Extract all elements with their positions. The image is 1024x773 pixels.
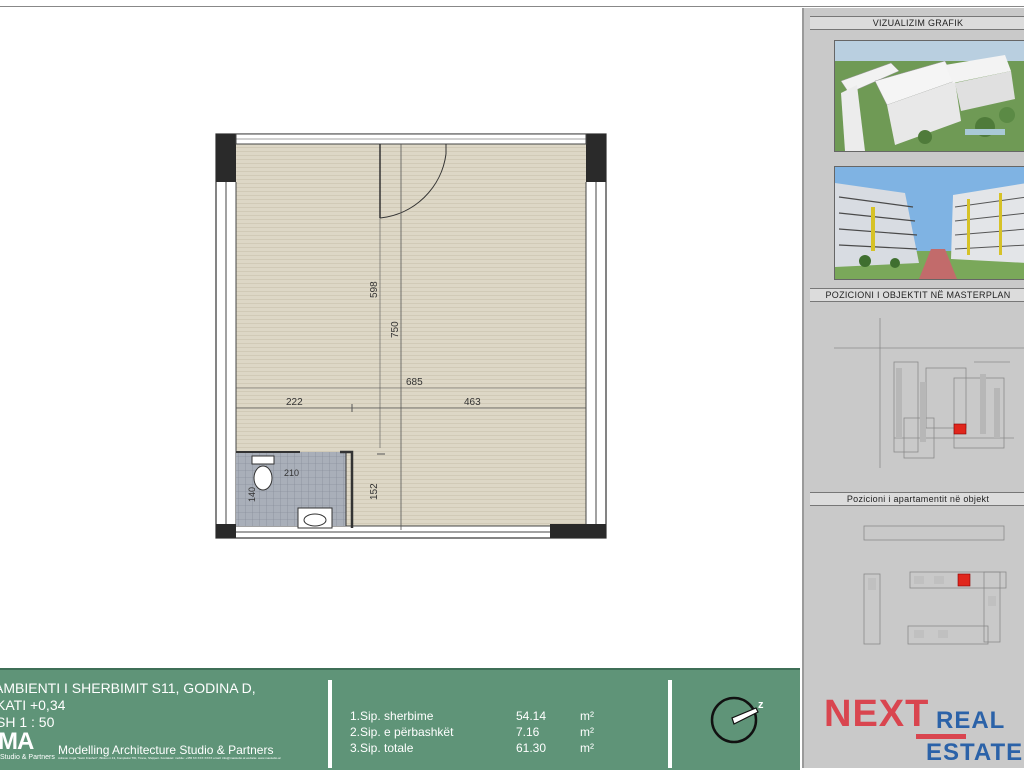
street-render-image xyxy=(834,166,1024,280)
company-address: Adresa: rruga "Sami Frasheri", Blloku nr… xyxy=(58,756,281,760)
dim-140: 140 xyxy=(247,487,257,502)
floor-level: KATI +0,34 xyxy=(0,697,66,713)
apartment-position-title: Pozicioni i apartamentit në objekt xyxy=(810,492,1024,506)
column-bottom-right xyxy=(550,524,606,538)
north-arrow-icon: z xyxy=(710,696,764,744)
aerial-render-image xyxy=(834,40,1024,152)
apartment-marker xyxy=(957,573,971,587)
area-row: 3.Sip. totale 61.30 m² xyxy=(350,741,594,755)
area-table: 1.Sip. sherbime 54.14 m² 2.Sip. e përbas… xyxy=(350,708,610,756)
title-block: AMBIENTI I SHERBIMIT S11, GODINA D, KATI… xyxy=(0,668,800,770)
dim-152: 152 xyxy=(369,483,380,500)
sink-basin xyxy=(303,513,327,527)
brand-word-next: NEXT xyxy=(824,693,930,735)
dim-222: 222 xyxy=(286,397,303,408)
dim-463: 463 xyxy=(464,397,481,408)
separator-2 xyxy=(668,680,672,768)
masterplan-map xyxy=(834,318,1024,468)
company-sub: Studio & Partners xyxy=(0,754,55,761)
dim-210: 210 xyxy=(284,468,299,478)
separator-1 xyxy=(328,680,332,768)
column-bottom-left xyxy=(216,524,236,538)
area-row: 2.Sip. e përbashkët 7.16 m² xyxy=(350,725,594,739)
svg-text:z: z xyxy=(758,699,764,711)
dim-685: 685 xyxy=(406,377,423,388)
dim-750: 750 xyxy=(390,321,401,338)
top-border xyxy=(0,6,1024,7)
masterplan-title: POZICIONI I OBJEKTIT NË MASTERPLAN xyxy=(810,288,1024,302)
masterplan-marker xyxy=(953,423,967,435)
building-floor-key xyxy=(863,525,1007,645)
brand-logo: NEXT REAL ESTATE xyxy=(822,690,1024,768)
visualization-title: VIZUALIZIM GRAFIK xyxy=(810,16,1024,30)
floor-plan-area: 598 750 685 222 463 152 210 140 xyxy=(0,8,802,668)
dim-598: 598 xyxy=(369,281,380,298)
toilet-tank xyxy=(251,455,275,465)
company-logo: MA xyxy=(0,728,34,755)
brand-word-real: REAL xyxy=(936,707,1006,734)
column-top-right xyxy=(586,134,606,182)
toilet-bowl xyxy=(253,465,273,491)
drawing-title: AMBIENTI I SHERBIMIT S11, GODINA D, xyxy=(0,680,256,696)
brand-word-estate: ESTATE xyxy=(926,739,1024,766)
info-sidebar: VIZUALIZIM GRAFIK POZICIONI I OBJEKTIT N… xyxy=(802,8,1024,768)
floor-plan-drawing: 598 750 685 222 463 152 210 140 xyxy=(215,133,607,539)
area-row: 1.Sip. sherbime 54.14 m² xyxy=(350,709,594,723)
column-top-left xyxy=(216,134,236,182)
